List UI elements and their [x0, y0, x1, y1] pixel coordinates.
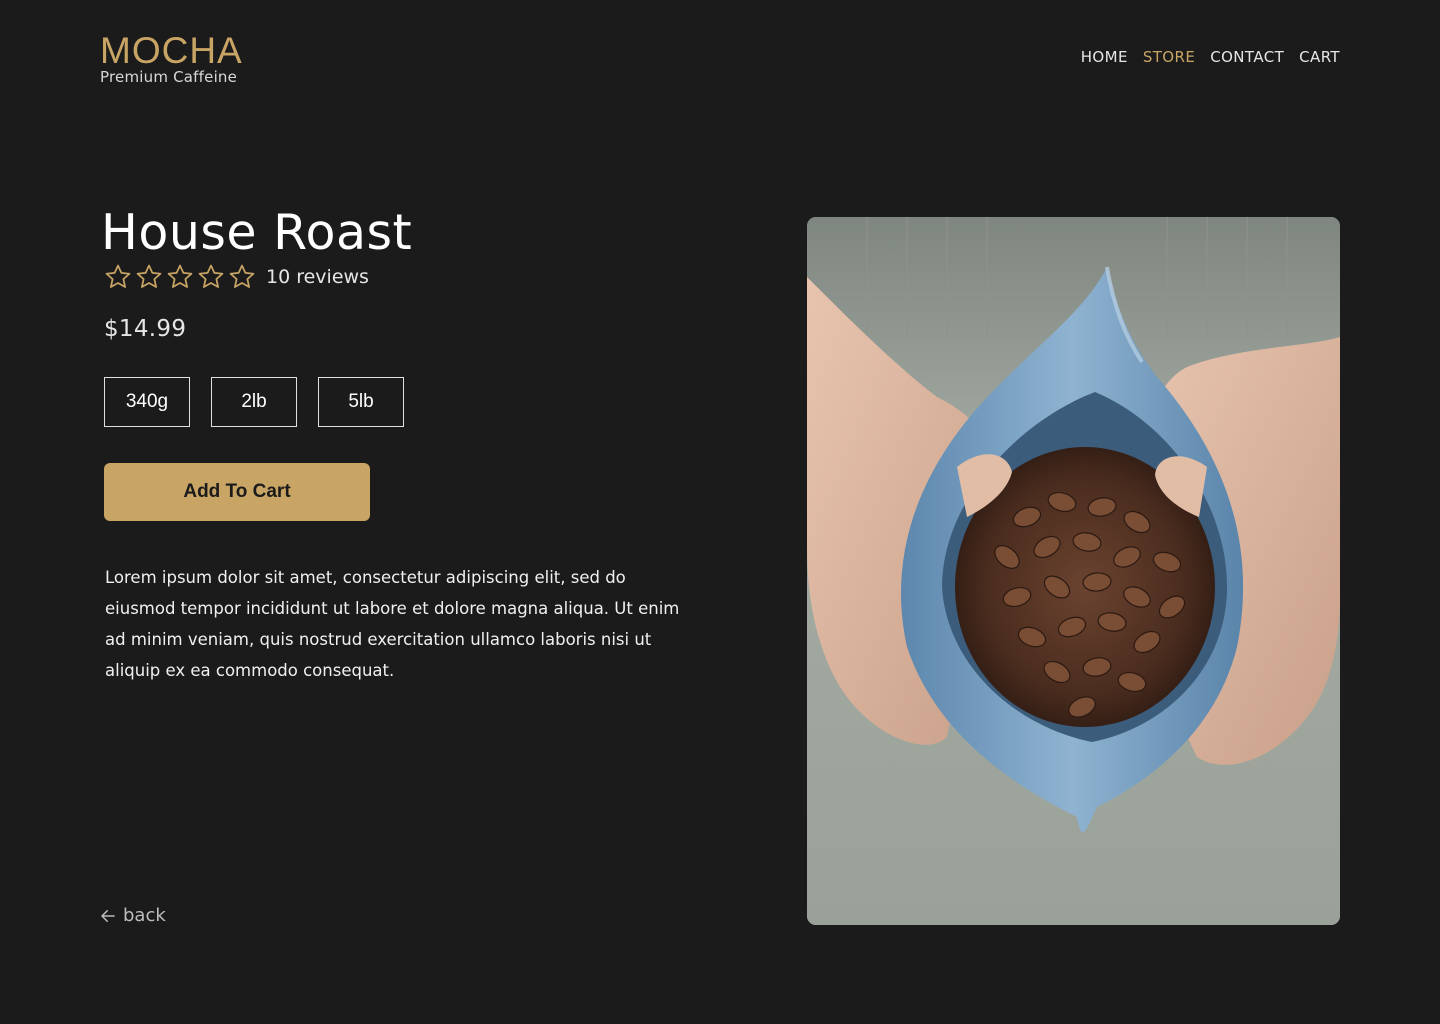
product-price: $14.99 [104, 316, 187, 342]
back-link[interactable]: back [99, 905, 166, 926]
star-outline-icon [167, 264, 193, 288]
nav-cart[interactable]: CART [1299, 48, 1340, 66]
product-rating[interactable]: 10 reviews [104, 263, 369, 291]
product-page: MOCHA Premium Caffeine HOME STORE CONTAC… [0, 0, 1440, 1024]
size-options: 340g 2lb 5lb [104, 377, 404, 427]
star-outline-icon [229, 264, 255, 288]
nav-store[interactable]: STORE [1143, 48, 1195, 66]
star-outline-icon [136, 264, 162, 288]
size-option-5lb[interactable]: 5lb [318, 377, 404, 427]
brand-logo[interactable]: MOCHA Premium Caffeine [100, 30, 243, 87]
product-image [807, 217, 1340, 925]
brand-tagline: Premium Caffeine [100, 68, 238, 86]
size-option-340g[interactable]: 340g [104, 377, 190, 427]
arrow-left-icon [101, 909, 115, 922]
coffee-bag-photo [807, 217, 1340, 925]
star-outline-icon [105, 264, 131, 288]
product-description: Lorem ipsum dolor sit amet, consectetur … [105, 568, 680, 680]
rating-stars [104, 263, 256, 291]
nav-home[interactable]: HOME [1081, 48, 1128, 66]
main-nav: HOME STORE CONTACT CART [1081, 48, 1340, 66]
add-to-cart-button[interactable]: Add To Cart [104, 463, 370, 521]
back-label: back [123, 905, 166, 926]
brand-name: MOCHA [100, 30, 243, 71]
star-outline-icon [198, 264, 224, 288]
size-option-2lb[interactable]: 2lb [211, 377, 297, 427]
product-title: House Roast [101, 204, 413, 261]
nav-contact[interactable]: CONTACT [1210, 48, 1284, 66]
reviews-count[interactable]: 10 reviews [266, 266, 369, 288]
